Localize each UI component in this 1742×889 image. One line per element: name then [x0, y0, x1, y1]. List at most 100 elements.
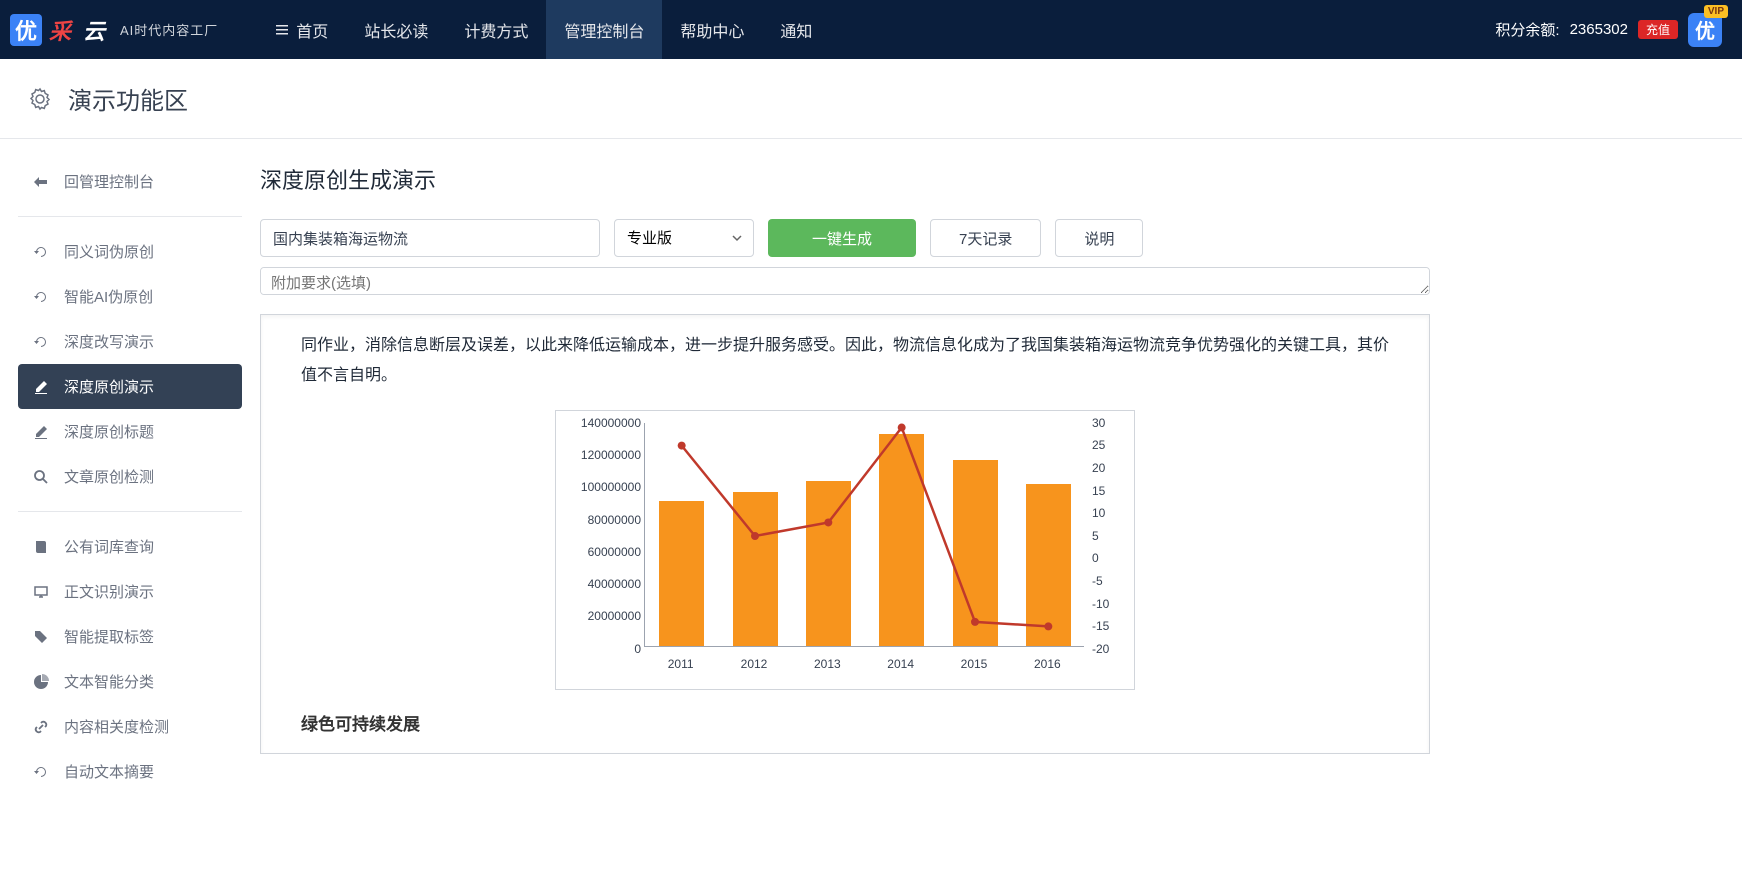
sidebar-item-label: 同义词伪原创 — [64, 241, 154, 262]
divider — [18, 216, 242, 217]
sidebar-item-label: 深度改写演示 — [64, 331, 154, 352]
sidebar-item-g2-0[interactable]: 公有词库查询 — [18, 524, 242, 569]
logo-char-2: 采 — [44, 14, 76, 46]
sidebar-item-g2-4[interactable]: 内容相关度检测 — [18, 704, 242, 749]
sidebar: 回管理控制台 同义词伪原创智能AI伪原创深度改写演示深度原创演示深度原创标题文章… — [0, 139, 260, 814]
layout: 回管理控制台 同义词伪原创智能AI伪原创深度改写演示深度原创演示深度原创标题文章… — [0, 139, 1742, 814]
top-header: 优 采 云 AI时代内容工厂 首页 站长必读 计费方式 管理控制台 帮助中心 通… — [0, 0, 1742, 59]
extra-requirements-input[interactable] — [260, 267, 1430, 295]
search-icon — [32, 469, 50, 485]
refresh-icon — [32, 764, 50, 780]
monitor-icon — [32, 584, 50, 600]
main-title: 深度原创生成演示 — [260, 163, 1430, 195]
x-tick: 2016 — [1034, 657, 1061, 671]
nav-label: 通知 — [780, 18, 812, 42]
sidebar-item-label: 文章原创检测 — [64, 466, 154, 487]
main-content: 深度原创生成演示 专业版 一键生成 7天记录 说明 同作业，消除信息断层及误差，… — [260, 139, 1460, 814]
content-subheading: 绿色可持续发展 — [301, 710, 1389, 735]
content-output[interactable]: 同作业，消除信息断层及误差，以此来降低运输成本，进一步提升服务感受。因此，物流信… — [260, 314, 1430, 754]
sidebar-item-g2-2[interactable]: 智能提取标签 — [18, 614, 242, 659]
controls-row: 专业版 一键生成 7天记录 说明 — [260, 219, 1430, 257]
nav-label: 管理控制台 — [564, 18, 644, 42]
book-icon — [32, 539, 50, 555]
balance-value: 2365302 — [1570, 21, 1628, 38]
sidebar-item-g1-3[interactable]: 深度原创演示 — [18, 364, 242, 409]
x-tick: 2013 — [814, 657, 841, 671]
vip-badge[interactable]: 优 VIP — [1688, 13, 1722, 47]
sidebar-item-label: 深度原创标题 — [64, 421, 154, 442]
sidebar-item-g2-1[interactable]: 正文识别演示 — [18, 569, 242, 614]
y-right-tick: 0 — [1088, 551, 1134, 565]
chart-container: 0200000004000000060000000800000001000000… — [555, 410, 1135, 690]
sidebar-item-label: 自动文本摘要 — [64, 761, 154, 782]
nav-notice[interactable]: 通知 — [762, 0, 830, 59]
link-icon — [32, 719, 50, 735]
pie-icon — [32, 674, 50, 690]
nav-console[interactable]: 管理控制台 — [546, 0, 662, 59]
y-left-tick: 80000000 — [556, 513, 641, 527]
sidebar-item-label: 深度原创演示 — [64, 376, 154, 397]
sidebar-item-label: 内容相关度检测 — [64, 716, 169, 737]
generate-button[interactable]: 一键生成 — [768, 219, 916, 257]
y-left-tick: 140000000 — [556, 416, 641, 430]
y-left-tick: 60000000 — [556, 545, 641, 559]
sidebar-item-g1-1[interactable]: 智能AI伪原创 — [18, 274, 242, 319]
y-left-tick: 100000000 — [556, 480, 641, 494]
y-right-tick: 5 — [1088, 529, 1134, 543]
nav-help[interactable]: 帮助中心 — [662, 0, 762, 59]
y-right-tick: 30 — [1088, 416, 1134, 430]
nav-label: 首页 — [296, 18, 328, 42]
logo[interactable]: 优 采 云 AI时代内容工厂 — [10, 14, 218, 46]
sidebar-item-label: 回管理控制台 — [64, 171, 154, 192]
sidebar-item-g1-0[interactable]: 同义词伪原创 — [18, 229, 242, 274]
history-button[interactable]: 7天记录 — [930, 219, 1041, 257]
nav-pricing[interactable]: 计费方式 — [446, 0, 546, 59]
x-tick: 2015 — [961, 657, 988, 671]
list-icon — [274, 22, 290, 38]
y-right-tick: -20 — [1088, 642, 1134, 656]
x-tick: 2011 — [668, 657, 694, 671]
y-left-tick: 120000000 — [556, 448, 641, 462]
header-right: 积分余额: 2365302 充值 优 VIP — [1495, 13, 1722, 47]
content-paragraph: 同作业，消除信息断层及误差，以此来降低运输成本，进一步提升服务感受。因此，物流信… — [301, 331, 1389, 392]
sidebar-item-label: 公有词库查询 — [64, 536, 154, 557]
sidebar-item-g2-3[interactable]: 文本智能分类 — [18, 659, 242, 704]
sidebar-item-label: 智能AI伪原创 — [64, 286, 153, 307]
nav-label: 帮助中心 — [680, 18, 744, 42]
logo-char-3: 云 — [78, 14, 110, 46]
refresh-icon — [32, 244, 50, 260]
topic-input[interactable] — [260, 219, 600, 257]
sidebar-item-g1-2[interactable]: 深度改写演示 — [18, 319, 242, 364]
line-series — [645, 423, 1085, 649]
recharge-button[interactable]: 充值 — [1638, 20, 1678, 39]
edit-icon — [32, 379, 50, 395]
tag-icon — [32, 629, 50, 645]
edit-icon — [32, 424, 50, 440]
nav-label: 计费方式 — [464, 18, 528, 42]
y-right-tick: -5 — [1088, 574, 1134, 588]
sidebar-item-label: 正文识别演示 — [64, 581, 154, 602]
vip-icon: 优 — [1688, 13, 1722, 47]
balance-label: 积分余额: — [1495, 19, 1559, 40]
gear-icon — [28, 87, 52, 111]
vip-tag: VIP — [1704, 5, 1728, 18]
logo-slogan: AI时代内容工厂 — [120, 20, 218, 39]
top-nav: 首页 站长必读 计费方式 管理控制台 帮助中心 通知 — [256, 0, 830, 59]
help-button[interactable]: 说明 — [1055, 219, 1143, 257]
sidebar-item-g2-5[interactable]: 自动文本摘要 — [18, 749, 242, 794]
version-select[interactable]: 专业版 — [614, 219, 754, 257]
y-right-tick: 15 — [1088, 484, 1134, 498]
sidebar-item-g1-5[interactable]: 文章原创检测 — [18, 454, 242, 499]
sidebar-back[interactable]: 回管理控制台 — [18, 159, 242, 204]
x-tick: 2012 — [741, 657, 768, 671]
y-right-tick: 20 — [1088, 461, 1134, 475]
y-right-tick: -10 — [1088, 597, 1134, 611]
divider — [18, 511, 242, 512]
x-tick: 2014 — [887, 657, 914, 671]
y-left-tick: 20000000 — [556, 609, 641, 623]
nav-home[interactable]: 首页 — [256, 0, 346, 59]
sidebar-item-g1-4[interactable]: 深度原创标题 — [18, 409, 242, 454]
nav-mustread[interactable]: 站长必读 — [346, 0, 446, 59]
y-right-tick: 25 — [1088, 438, 1134, 452]
sidebar-item-label: 文本智能分类 — [64, 671, 154, 692]
